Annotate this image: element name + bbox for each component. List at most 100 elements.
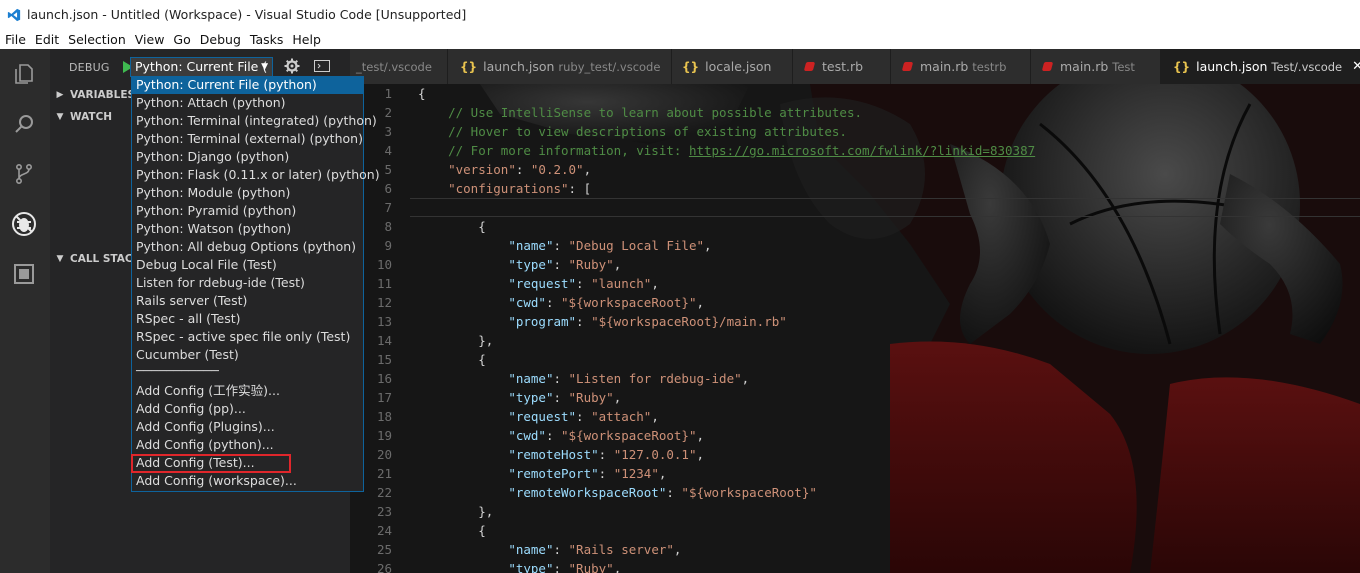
tab-test-rb[interactable]: test.rb (793, 49, 891, 84)
extensions-icon[interactable] (9, 259, 39, 289)
code-line: 7 (350, 198, 1360, 217)
dropdown-separator: ─────────── (136, 363, 219, 378)
dropdown-item[interactable]: Python: Module (python) (132, 184, 363, 202)
code-line: 25 "name": "Rails server", (350, 540, 1360, 559)
tab-launch-json-test[interactable]: {} launch.json Test/.vscode ✕ (1161, 49, 1360, 84)
dropdown-item[interactable]: Python: All debug Options (python) (132, 238, 363, 256)
debug-icon[interactable] (9, 209, 39, 239)
code-line: 17 "type": "Ruby", (350, 388, 1360, 407)
explorer-icon[interactable] (9, 59, 39, 89)
code-line: 21 "remotePort": "1234", (350, 464, 1360, 483)
line-text: // Use IntelliSense to learn about possi… (418, 105, 863, 120)
dropdown-item[interactable]: Python: Terminal (external) (python) (132, 130, 363, 148)
code-line: 23 }, (350, 502, 1360, 521)
code-line: 12 "cwd": "${workspaceRoot}", (350, 293, 1360, 312)
line-text: }, (418, 333, 494, 348)
code-line: 5 "version": "0.2.0", (350, 160, 1360, 179)
gear-icon[interactable] (284, 58, 300, 74)
debug-console-icon[interactable] (314, 60, 330, 72)
close-icon[interactable]: ✕ (1352, 59, 1360, 74)
dropdown-item[interactable]: Add Config (Plugins)... (132, 418, 363, 436)
search-icon[interactable] (9, 109, 39, 139)
debug-config-select[interactable]: Python: Current File ( ▼ (130, 57, 273, 77)
debug-label: DEBUG (69, 60, 110, 74)
dropdown-item[interactable]: Python: Django (python) (132, 148, 363, 166)
code-line: 8 { (350, 217, 1360, 236)
code-line: 13 "program": "${workspaceRoot}/main.rb" (350, 312, 1360, 331)
menu-go[interactable]: Go (168, 32, 194, 47)
menu-file[interactable]: File (0, 32, 30, 47)
line-text: "request": "launch", (508, 276, 659, 291)
line-text: "name": "Rails server", (508, 542, 682, 557)
line-text: { (418, 86, 426, 101)
dropdown-item[interactable]: Python: Watson (python) (132, 220, 363, 238)
menu-debug[interactable]: Debug (195, 32, 245, 47)
code-line: 1{ (350, 84, 1360, 103)
line-number: 24 (376, 523, 392, 538)
dropdown-item[interactable]: Python: Attach (python) (132, 94, 363, 112)
line-text: "configurations": [ (448, 181, 592, 196)
tab-main-rb-testrb[interactable]: main.rb testrb (891, 49, 1031, 84)
dropdown-item[interactable]: Python: Terminal (integrated) (python) (132, 112, 377, 130)
dropdown-item[interactable]: Add Config (Test)... (131, 454, 363, 473)
line-text: "type": "Ruby", (508, 561, 622, 573)
line-text: // Hover to view descriptions of existin… (418, 124, 847, 139)
line-text: "remotePort": "1234", (508, 466, 667, 481)
line-text: "name": "Listen for rdebug-ide", (508, 371, 750, 386)
menu-selection[interactable]: Selection (63, 32, 130, 47)
dropdown-item[interactable]: RSpec - all (Test) (132, 310, 363, 328)
line-number: 26 (376, 561, 392, 573)
dropdown-item[interactable]: Python: Current File (python) (132, 76, 363, 94)
menu-help[interactable]: Help (287, 32, 325, 47)
line-text: { (418, 219, 486, 234)
line-text: "request": "attach", (508, 409, 659, 424)
ruby-file-icon (901, 62, 914, 71)
menu-edit[interactable]: Edit (30, 32, 63, 47)
editor-tab-bar: _test/.vscode {} launch.json ruby_test/.… (350, 49, 1360, 84)
line-text: "cwd": "${workspaceRoot}", (508, 295, 705, 310)
dropdown-item[interactable]: Python: Flask (0.11.x or later) (python) (132, 166, 380, 184)
code-line: 24 { (350, 521, 1360, 540)
dropdown-item[interactable]: Add Config (pp)... (132, 400, 363, 418)
menu-bar: File Edit Selection View Go Debug Tasks … (0, 29, 1360, 49)
code-line: 11 "request": "launch", (350, 274, 1360, 293)
tab-partial[interactable]: _test/.vscode (350, 49, 448, 84)
line-text: { (418, 352, 486, 367)
chevron-down-icon: ▼ (56, 112, 64, 122)
dropdown-item[interactable]: Debug Local File (Test) (132, 256, 363, 274)
window-title: launch.json - Untitled (Workspace) - Vis… (27, 7, 467, 22)
source-control-icon[interactable] (9, 159, 39, 189)
debug-config-value: Python: Current File ( (135, 59, 268, 74)
menu-tasks[interactable]: Tasks (245, 32, 288, 47)
dropdown-item[interactable]: Add Config (工作实验)... (132, 382, 363, 400)
line-text: "remoteHost": "127.0.0.1", (508, 447, 705, 462)
code-editor[interactable]: 1{2 // Use IntelliSense to learn about p… (350, 84, 1360, 573)
code-line: 14 }, (350, 331, 1360, 350)
line-number: 23 (376, 504, 392, 519)
code-line: 16 "name": "Listen for rdebug-ide", (350, 369, 1360, 388)
line-text: "remoteWorkspaceRoot": "${workspaceRoot}… (508, 485, 817, 500)
tab-launch-json-ruby-test[interactable]: {} launch.json ruby_test/.vscode (448, 49, 672, 84)
line-text: "type": "Ruby", (508, 257, 622, 272)
dropdown-item[interactable]: RSpec - active spec file only (Test) (132, 328, 363, 346)
menu-view[interactable]: View (130, 32, 169, 47)
code-line: 19 "cwd": "${workspaceRoot}", (350, 426, 1360, 445)
chevron-right-icon: ▶ (56, 90, 64, 100)
line-number: 25 (376, 542, 392, 557)
code-line: 18 "request": "attach", (350, 407, 1360, 426)
code-line: 15 { (350, 350, 1360, 369)
dropdown-item[interactable]: Add Config (workspace)... (132, 472, 363, 490)
tab-locale-json[interactable]: {} locale.json (672, 49, 793, 84)
dropdown-item[interactable]: Listen for rdebug-ide (Test) (132, 274, 363, 292)
chevron-down-icon: ▼ (56, 254, 64, 264)
dropdown-item[interactable]: Add Config (python)... (132, 436, 363, 454)
tab-main-rb-test[interactable]: main.rb Test (1031, 49, 1161, 84)
code-line: 6 "configurations": [ (350, 179, 1360, 198)
dropdown-item[interactable]: Rails server (Test) (132, 292, 363, 310)
activity-bar (0, 49, 50, 573)
dropdown-item[interactable]: Python: Pyramid (python) (132, 202, 363, 220)
dropdown-item[interactable]: Cucumber (Test) (132, 346, 363, 364)
code-line: 9 "name": "Debug Local File", (350, 236, 1360, 255)
line-text: "program": "${workspaceRoot}/main.rb" (508, 314, 787, 329)
title-bar: launch.json - Untitled (Workspace) - Vis… (0, 0, 1360, 29)
